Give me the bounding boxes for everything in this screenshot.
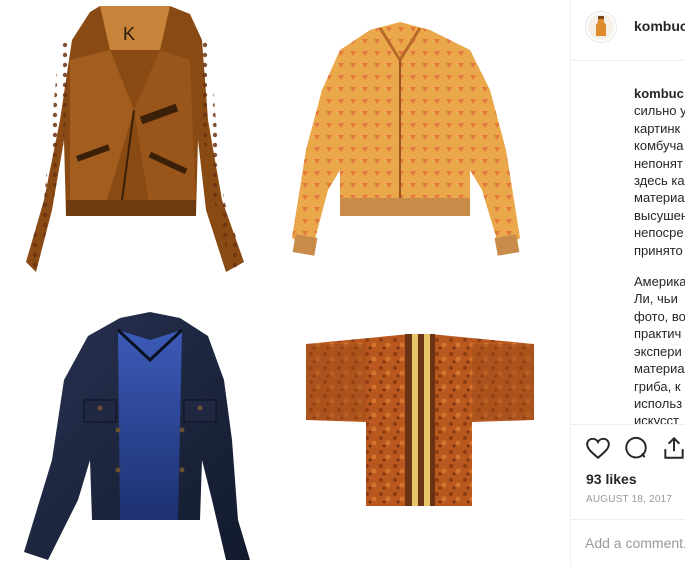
caption-line: комбуча <box>634 138 684 154</box>
caption-line: принято <box>634 242 683 258</box>
svg-text:K: K <box>123 24 135 44</box>
caption-paragraph-2: Америка Ли, чьи фото, во практич экспери мате… <box>634 273 685 430</box>
caption-line: непонят <box>634 155 683 171</box>
caption-line: экспери <box>634 343 682 359</box>
comment-input[interactable]: Add a comment... <box>585 535 685 551</box>
post-image[interactable]: K <box>0 0 570 566</box>
caption-line: фото, во <box>634 308 685 324</box>
comment-box: Add a comment... <box>571 519 685 566</box>
caption-line: высушен <box>634 207 685 223</box>
leather-biker-jacket: K <box>26 6 244 272</box>
share-icon[interactable] <box>661 435 685 461</box>
caption-line: картинк <box>634 120 681 136</box>
caption-username[interactable]: kombuc <box>634 86 684 101</box>
heart-icon[interactable] <box>585 435 611 461</box>
comment-icon[interactable] <box>623 435 649 461</box>
post-side-panel: kombuch kombuc сильно укартинккомбучанеп… <box>570 0 685 566</box>
post-username[interactable]: kombuch <box>634 18 685 34</box>
caption-line: Америка <box>634 274 685 290</box>
post-actions: 93 likes AUGUST 18, 2017 Add a comment..… <box>571 424 685 566</box>
caption-line: непосре <box>634 225 684 241</box>
caption-line: практич <box>634 326 682 342</box>
caption-line: сильно у <box>634 103 685 119</box>
post-header: kombuch <box>571 0 685 61</box>
orange-bomber-jacket <box>292 22 520 256</box>
caption-line: материа <box>634 361 685 377</box>
post-caption: kombuc сильно у картинк комбуча непонят здес… <box>634 85 685 430</box>
kombucha-kimono <box>306 334 534 506</box>
caption-line: Ли, чьи <box>634 291 678 307</box>
caption-line: использ <box>634 395 683 411</box>
avatar[interactable] <box>585 11 617 43</box>
likes-count[interactable]: 93 likes <box>586 471 637 487</box>
dark-denim-jacket <box>24 312 250 560</box>
caption-line: гриба, к <box>634 378 681 394</box>
caption-paragraph-1: сильно у картинк комбуча непонят здесь ка мат… <box>634 102 685 259</box>
post-date: AUGUST 18, 2017 <box>586 494 673 505</box>
caption-line: здесь ка <box>634 173 685 189</box>
caption-line: материа <box>634 190 685 206</box>
